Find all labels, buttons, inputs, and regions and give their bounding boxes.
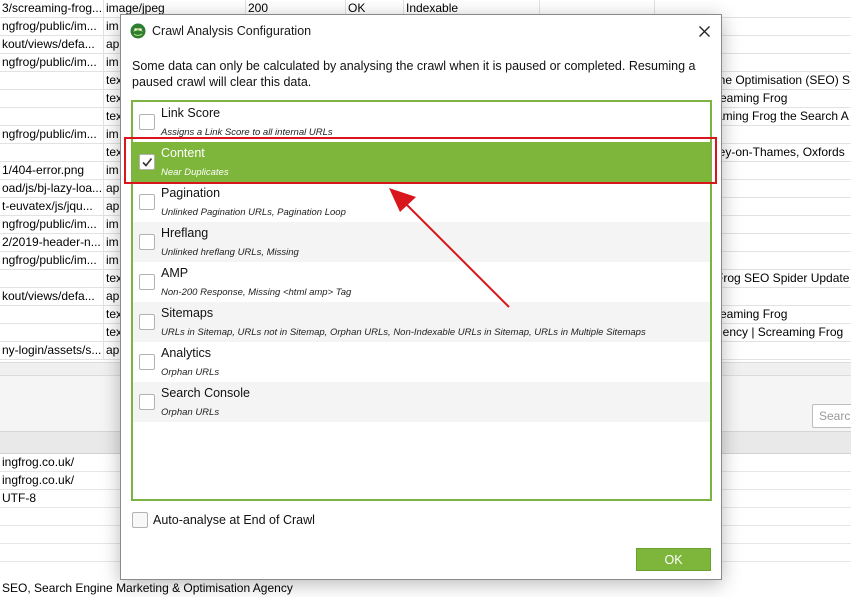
table-cell [714,0,851,18]
option-checkbox-content[interactable] [139,154,155,170]
option-name: Hreflang [161,226,209,240]
option-description: Orphan URLs [161,407,220,418]
table-cell: ngfrog/public/im... [0,18,104,36]
table-cell [714,234,851,252]
table-cell: ny-login/assets/s... [0,342,104,360]
table-cell: reaming Frog [716,91,788,105]
option-search-console[interactable]: Search Console Orphan URLs [133,382,710,422]
dialog-titlebar: Crawl Analysis Configuration [121,15,721,47]
option-description: Assigns a Link Score to all internal URL… [161,127,333,138]
table-cell [714,342,851,360]
table-cell: kout/views/defa... [0,36,104,54]
search-input[interactable]: Search [812,404,851,428]
option-checkbox-analytics[interactable] [139,354,155,370]
option-description: Orphan URLs [161,367,220,378]
frog-logo-icon [130,23,146,39]
close-button[interactable] [693,20,715,42]
option-description: Non-200 Response, Missing <html amp> Tag [161,287,352,298]
table-cell [0,270,104,288]
option-description: Unlinked hreflang URLs, Missing [161,247,299,258]
option-checkbox-amp[interactable] [139,274,155,290]
table-cell [714,126,851,144]
table-cell [0,108,104,126]
table-cell: ngfrog/public/im... [0,252,104,270]
auto-analyse-checkbox[interactable] [132,512,148,528]
table-cell [714,54,851,72]
table-cell [0,144,104,162]
table-cell: ngfrog/public/im... [0,216,104,234]
option-sitemaps[interactable]: Sitemaps URLs in Sitemap, URLs not in Sit… [133,302,710,342]
option-content[interactable]: Content Near Duplicates [133,142,710,182]
table-cell [714,18,851,36]
option-name: Search Console [161,386,250,400]
option-name: Link Score [161,106,221,120]
table-cell [0,306,104,324]
status-text: SEO, Search Engine Marketing & Optimisat… [2,581,293,595]
table-cell [0,324,104,342]
option-checkbox-link-score[interactable] [139,114,155,130]
table-cell [714,252,851,270]
table-cell [714,36,851,54]
option-description: Near Duplicates [161,167,229,178]
table-cell: ley-on-Thames, Oxfords [716,145,845,159]
table-cell [0,90,104,108]
table-cell [714,288,851,306]
table-cell [714,198,851,216]
option-checkbox-search-console[interactable] [139,394,155,410]
table-cell: 3/screaming-frog... [0,0,104,18]
table-cell [0,72,104,90]
option-description: Unlinked Pagination URLs, Pagination Loo… [161,207,346,218]
option-pagination[interactable]: Pagination Unlinked Pagination URLs, Pagi… [133,182,710,222]
table-cell: ine Optimisation (SEO) S [716,73,851,87]
table-cell: reaming Frog [716,307,788,321]
option-name: Analytics [161,346,212,360]
option-checkbox-hreflang[interactable] [139,234,155,250]
dialog-description: Some data can only be calculated by anal… [132,59,696,89]
option-name: AMP [161,266,189,280]
checkmark-icon [142,158,153,167]
option-name: Pagination [161,186,221,200]
option-link-score[interactable]: Link Score Assigns a Link Score to all in… [133,102,710,142]
ok-button[interactable]: OK [636,548,711,571]
option-amp[interactable]: AMP Non-200 Response, Missing <html amp> … [133,262,710,302]
option-hreflang[interactable]: Hreflang Unlinked hreflang URLs, Missing [133,222,710,262]
table-cell [714,180,851,198]
crawl-analysis-dialog: Crawl Analysis Configuration Some data c… [120,14,722,580]
table-cell: 2/2019-header-n... [0,234,104,252]
table-cell: 1/404-error.png [0,162,104,180]
analysis-options-list: Link Score Assigns a Link Score to all in… [131,100,712,501]
auto-analyse-label: Auto-analyse at End of Crawl [153,513,315,527]
option-checkbox-pagination[interactable] [139,194,155,210]
table-cell: t-euvatex/js/jqu... [0,198,104,216]
close-icon [698,25,710,37]
option-name: Content [161,146,205,160]
table-cell: Frog SEO Spider Update [716,271,850,285]
table-cell: kout/views/defa... [0,288,104,306]
table-cell: aming Frog the Search A [716,109,849,123]
option-name: Sitemaps [161,306,214,320]
table-cell [714,162,851,180]
table-cell: oad/js/bj-lazy-loa... [0,180,104,198]
option-checkbox-sitemaps[interactable] [139,314,155,330]
table-cell: gency | Screaming Frog [716,325,844,339]
dialog-title: Crawl Analysis Configuration [152,24,312,38]
option-analytics[interactable]: Analytics Orphan URLs [133,342,710,382]
option-description: URLs in Sitemap, URLs not in Sitemap, Or… [161,327,646,338]
table-cell [714,216,851,234]
table-cell: ngfrog/public/im... [0,126,104,144]
table-cell: ngfrog/public/im... [0,54,104,72]
